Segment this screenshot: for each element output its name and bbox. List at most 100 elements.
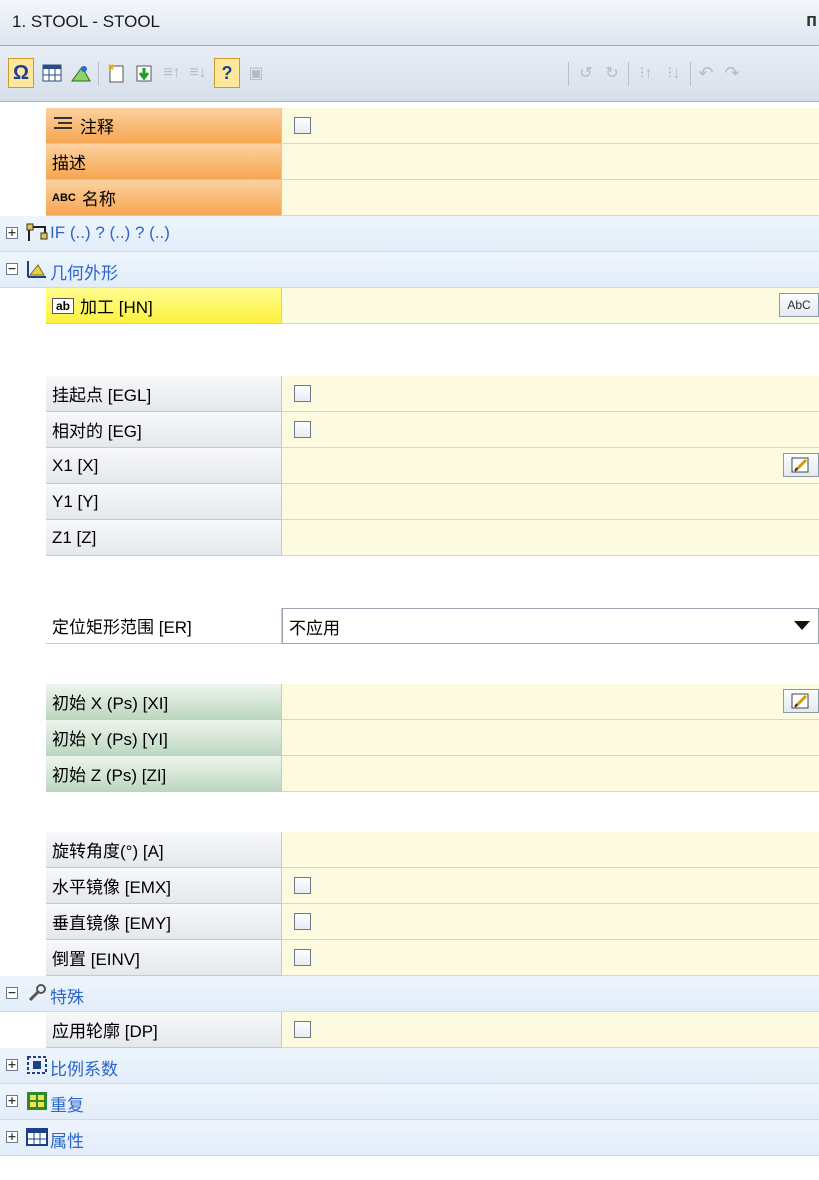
table-icon bbox=[26, 1128, 48, 1146]
edit-icon[interactable] bbox=[783, 689, 819, 713]
expand-icon[interactable]: + bbox=[6, 1131, 18, 1143]
machining-label: ab 加工 [HN] bbox=[46, 288, 282, 324]
geometry-icon[interactable] bbox=[68, 62, 94, 84]
section-special[interactable]: − 特殊 bbox=[0, 976, 819, 1012]
row-mirror-v: 垂直镜像 [EMY] bbox=[0, 904, 819, 940]
edit-icon[interactable] bbox=[783, 453, 819, 477]
note-checkbox[interactable] bbox=[294, 117, 311, 134]
repeat-icon bbox=[27, 1092, 47, 1110]
row-note: 注释 bbox=[0, 108, 819, 144]
panel-title: 1. STOOL - STOOL bbox=[12, 12, 161, 31]
help-icon[interactable]: ? bbox=[214, 58, 240, 88]
list-up-icon[interactable]: ≡↑ bbox=[160, 62, 184, 84]
move-down-icon: ⁝↓ bbox=[667, 65, 681, 82]
redo-icon: ↷ bbox=[724, 62, 740, 83]
row-apply-profile: 应用轮廓 [DP] bbox=[0, 1012, 819, 1048]
new-icon[interactable] bbox=[104, 62, 128, 84]
description-label: 描述 bbox=[46, 144, 282, 180]
grid-icon[interactable] bbox=[40, 62, 64, 84]
row-relative: 相对的 [EG] bbox=[0, 412, 819, 448]
section-scale-label: 比例系数 bbox=[50, 1060, 118, 1079]
chevron-down-icon[interactable] bbox=[794, 621, 810, 630]
section-special-label: 特殊 bbox=[50, 988, 84, 1007]
apply-profile-checkbox[interactable] bbox=[294, 1021, 311, 1038]
geometry-icon bbox=[27, 261, 46, 278]
expand-icon[interactable]: + bbox=[6, 227, 18, 239]
section-properties[interactable]: + 属性 bbox=[0, 1120, 819, 1156]
branch-icon bbox=[26, 223, 48, 241]
section-if-label: IF (..) ? (..) ? (..) bbox=[50, 223, 170, 242]
init-y-field[interactable] bbox=[282, 720, 819, 756]
apply-profile-label: 应用轮廓 [DP] bbox=[46, 1012, 282, 1048]
relative-label: 相对的 [EG] bbox=[46, 412, 282, 448]
note-label: 注释 bbox=[46, 108, 282, 144]
list-icon bbox=[52, 115, 74, 136]
init-z-label: 初始 Z (Ps) [ZI] bbox=[46, 756, 282, 792]
row-init-x: 初始 X (Ps) [XI] bbox=[0, 684, 819, 720]
collapse-icon[interactable]: − bbox=[6, 987, 18, 999]
y1-field[interactable] bbox=[282, 484, 819, 520]
expand-icon[interactable]: + bbox=[6, 1095, 18, 1107]
machining-abc-button[interactable]: AbC bbox=[779, 293, 819, 317]
section-properties-label: 属性 bbox=[50, 1132, 84, 1151]
row-rotation-angle: 旋转角度(°) [A] bbox=[0, 832, 819, 868]
locate-rect-value: 不应用 bbox=[289, 618, 340, 638]
mirror-v-checkbox[interactable] bbox=[294, 913, 311, 930]
row-y1: Y1 [Y] bbox=[0, 484, 819, 520]
rotation-angle-label: 旋转角度(°) [A] bbox=[46, 832, 282, 868]
toolbar: Ω ≡↑ ≡↓ ? ▣ ↺ ↻ ⁝↑ ⁝↓ ↶ ↷ bbox=[0, 46, 819, 102]
pin-icon[interactable]: ᴨ bbox=[806, 10, 817, 31]
section-geometry[interactable]: − 几何外形 bbox=[0, 252, 819, 288]
x1-label: X1 [X] bbox=[46, 448, 282, 484]
invert-checkbox[interactable] bbox=[294, 949, 311, 966]
panel-title-bar: 1. STOOL - STOOL ᴨ bbox=[0, 0, 819, 46]
mirror-v-label: 垂直镜像 [EMY] bbox=[46, 904, 282, 940]
section-if[interactable]: + IF (..) ? (..) ? (..) bbox=[0, 216, 819, 252]
expand-icon[interactable]: + bbox=[6, 1059, 18, 1071]
row-name: ABC 名称 bbox=[0, 180, 819, 216]
invert-label: 倒置 [EINV] bbox=[46, 940, 282, 976]
download-icon[interactable] bbox=[132, 62, 156, 84]
note-value bbox=[282, 108, 819, 144]
rotation-angle-field[interactable] bbox=[282, 832, 819, 868]
row-description: 描述 bbox=[0, 144, 819, 180]
row-z1: Z1 [Z] bbox=[0, 520, 819, 556]
scale-icon bbox=[27, 1056, 47, 1074]
wrench-icon bbox=[28, 984, 46, 1002]
init-x-field[interactable] bbox=[282, 684, 819, 720]
undo-icon: ↶ bbox=[698, 62, 714, 83]
mirror-h-checkbox[interactable] bbox=[294, 877, 311, 894]
row-init-z: 初始 Z (Ps) [ZI] bbox=[0, 756, 819, 792]
x1-field[interactable] bbox=[282, 448, 819, 484]
z1-field[interactable] bbox=[282, 520, 819, 556]
row-locate-rect: 定位矩形范围 [ER] 不应用 bbox=[0, 608, 819, 644]
section-repeat-label: 重复 bbox=[50, 1096, 84, 1115]
description-field[interactable] bbox=[282, 144, 819, 180]
collapse-icon[interactable]: − bbox=[6, 263, 18, 275]
list-down-icon[interactable]: ≡↓ bbox=[186, 62, 210, 84]
mirror-h-label: 水平镜像 [EMX] bbox=[46, 868, 282, 904]
init-y-label: 初始 Y (Ps) [YI] bbox=[46, 720, 282, 756]
row-x1: X1 [X] bbox=[0, 448, 819, 484]
section-geometry-label: 几何外形 bbox=[50, 264, 118, 283]
locate-rect-label: 定位矩形范围 [ER] bbox=[46, 608, 282, 644]
row-machining: ab 加工 [HN] AbC bbox=[0, 288, 819, 324]
row-init-y: 初始 Y (Ps) [YI] bbox=[0, 720, 819, 756]
z1-label: Z1 [Z] bbox=[46, 520, 282, 556]
y1-label: Y1 [Y] bbox=[46, 484, 282, 520]
move-up-icon: ⁝↑ bbox=[639, 65, 653, 82]
machining-field[interactable]: AbC bbox=[282, 288, 819, 324]
hook-point-checkbox[interactable] bbox=[294, 385, 311, 402]
hook-point-label: 挂起点 [EGL] bbox=[46, 376, 282, 412]
section-scale[interactable]: + 比例系数 bbox=[0, 1048, 819, 1084]
name-field[interactable] bbox=[282, 180, 819, 216]
omega-icon[interactable]: Ω bbox=[8, 58, 34, 88]
relative-checkbox[interactable] bbox=[294, 421, 311, 438]
locate-rect-select[interactable]: 不应用 bbox=[282, 608, 819, 644]
name-label: ABC 名称 bbox=[46, 180, 282, 216]
rotate-icon: ↺ bbox=[579, 65, 593, 82]
row-hook-point: 挂起点 [EGL] bbox=[0, 376, 819, 412]
section-repeat[interactable]: + 重复 bbox=[0, 1084, 819, 1120]
init-z-field[interactable] bbox=[282, 756, 819, 792]
ab-icon: ab bbox=[52, 297, 75, 314]
